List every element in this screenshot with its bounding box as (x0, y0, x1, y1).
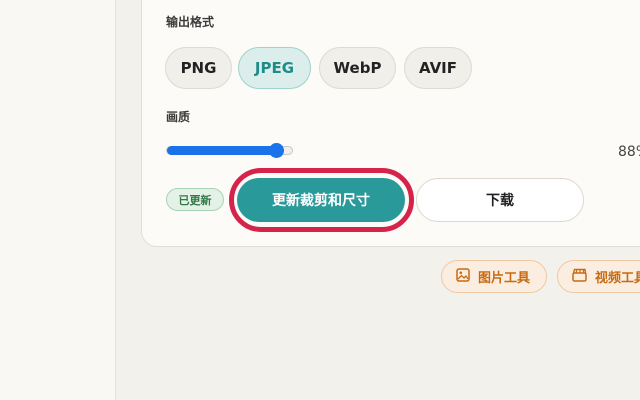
quality-slider[interactable] (166, 143, 293, 158)
quality-value: 88% (618, 144, 640, 160)
format-option-avif[interactable]: AVIF (404, 47, 472, 89)
left-panel (0, 0, 116, 400)
page: 输出格式 PNG JPEG WebP AVIF 画质 88% 已更新 更新裁剪和… (0, 0, 640, 400)
quality-slider-fill (167, 146, 277, 155)
image-tools-button[interactable]: 图片工具 (441, 260, 547, 293)
update-crop-resize-button[interactable]: 更新裁剪和尺寸 (237, 178, 405, 222)
image-icon (456, 267, 478, 286)
download-button[interactable]: 下载 (416, 178, 584, 222)
quality-label: 画质 (166, 110, 191, 124)
quality-slider-thumb[interactable] (269, 143, 284, 158)
output-format-label: 输出格式 (166, 15, 215, 29)
updated-badge: 已更新 (166, 188, 224, 211)
video-tools-label: 视频工具 (595, 271, 640, 286)
image-tools-label: 图片工具 (478, 271, 531, 286)
format-option-webp[interactable]: WebP (319, 47, 396, 89)
video-tools-button[interactable]: 视频工具 (557, 260, 640, 293)
format-option-jpeg[interactable]: JPEG (238, 47, 311, 89)
clapperboard-icon (572, 268, 595, 286)
format-option-png[interactable]: PNG (165, 47, 232, 89)
